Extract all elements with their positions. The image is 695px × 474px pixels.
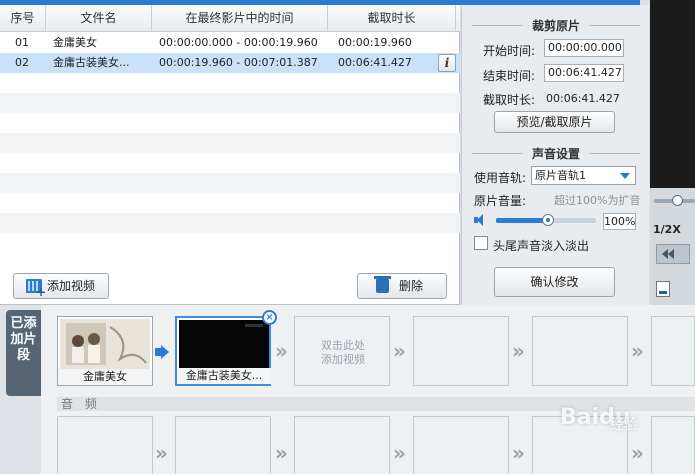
chevron-down-icon (620, 173, 630, 179)
row-time-range: 00:00:00.000 - 00:00:19.960 (159, 36, 318, 49)
preview-slider-thumb[interactable] (672, 195, 683, 206)
double-chevron-icon (155, 441, 169, 465)
table-row-selected[interactable]: 02 金庸古装美女... 00:00:19.960 - 00:07:01.387… (0, 53, 460, 73)
empty-row (0, 233, 460, 253)
empty-row (0, 93, 460, 113)
clip-thumbnail (60, 319, 150, 369)
timeline: 已添加片段 金庸美女 金庸古装美女... × 双击此处 添 (0, 305, 695, 474)
audio-track-label: 使用音轨: (474, 171, 527, 185)
empty-row (0, 73, 460, 93)
add-video-label: 添加视频 (46, 279, 95, 293)
timeline-clip-selected[interactable]: 金庸古装美女... × (175, 310, 277, 386)
double-chevron-icon (393, 339, 407, 363)
audio-section-title: 声音设置 (472, 145, 640, 161)
preview-slider[interactable] (654, 195, 695, 206)
audio-track-select[interactable]: 原片音轨1 (531, 166, 636, 185)
rewind-button[interactable] (656, 244, 690, 264)
fade-label: 头尾声音淡入淡出 (493, 239, 590, 253)
start-time-input[interactable]: 00:00:00.000 (544, 39, 624, 57)
row-index: 01 (15, 36, 29, 49)
clip-caption: 金庸美女 (58, 369, 152, 385)
double-chevron-icon (631, 339, 645, 363)
col-duration-header[interactable]: 截取时长 (328, 5, 456, 32)
clip-list-header: 序号 文件名 在最终影片中的时间 截取时长 (0, 5, 460, 32)
trim-section-title: 裁剪原片 (472, 17, 640, 33)
volume-value-field[interactable]: 100% (603, 213, 636, 230)
col-index-header[interactable]: 序号 (0, 5, 46, 32)
new-icon[interactable] (656, 281, 670, 297)
col-filename-header[interactable]: 文件名 (46, 5, 152, 32)
empty-row (0, 133, 460, 153)
start-time-label: 开始时间: (483, 44, 536, 58)
timeline-clip[interactable]: 金庸美女 (57, 316, 153, 386)
end-time-label: 结束时间: (483, 69, 536, 83)
add-film-icon (26, 279, 46, 297)
clip-list-rows: 01 金庸美女 00:00:00.000 - 00:00:19.960 00:0… (0, 33, 460, 253)
arrow-right-icon (155, 345, 169, 359)
double-chevron-icon (393, 441, 407, 465)
added-clips-tab[interactable]: 已添加片段 (6, 310, 41, 396)
audio-track-value: 原片音轨1 (535, 169, 586, 182)
add-video-button[interactable]: 添加视频 (13, 273, 109, 299)
preview-controls: 1/2X (650, 188, 695, 305)
double-chevron-icon (512, 441, 526, 465)
audio-slot[interactable] (175, 416, 271, 474)
zoom-label[interactable]: 1/2X (653, 223, 681, 236)
row-duration: 00:06:41.427 (338, 56, 412, 69)
fade-checkbox[interactable] (474, 236, 488, 250)
table-row[interactable]: 01 金庸美女 00:00:00.000 - 00:00:19.960 00:0… (0, 33, 460, 53)
row-filename: 金庸古装美女... (53, 56, 130, 69)
row-duration: 00:00:19.960 (338, 36, 412, 49)
clip-thumbnail (179, 320, 269, 370)
volume-slider-thumb[interactable] (542, 214, 554, 226)
settings-panel: 裁剪原片 开始时间: 00:00:00.000 结束时间: 00:06:41.4… (461, 5, 649, 305)
audio-slot[interactable] (57, 416, 153, 474)
empty-row (0, 213, 460, 233)
col-time-header[interactable]: 在最终影片中的时间 (152, 5, 328, 32)
preview-trim-button[interactable]: 预览/截取原片 (494, 111, 615, 133)
close-icon[interactable]: × (262, 310, 277, 325)
double-chevron-icon (631, 441, 645, 465)
clip-caption: 金庸古装美女... (177, 368, 271, 384)
row-index: 02 (15, 56, 29, 69)
trim-duration-label: 截取时长: (483, 93, 536, 107)
trash-icon (374, 276, 391, 293)
empty-row (0, 173, 460, 193)
row-filename: 金庸美女 (53, 36, 97, 49)
baidu-watermark-sub: 经验 (610, 417, 638, 433)
empty-row (0, 153, 460, 173)
audio-slot[interactable] (413, 416, 509, 474)
add-hint: 双击此处 添加视频 (321, 339, 365, 366)
audio-slot[interactable] (651, 416, 695, 474)
volume-slider-fill (496, 218, 548, 223)
volume-slider[interactable] (496, 214, 596, 226)
confirm-button[interactable]: 确认修改 (494, 267, 615, 297)
speaker-icon[interactable] (474, 214, 487, 226)
empty-slot[interactable] (413, 316, 509, 386)
delete-label: 删除 (398, 279, 423, 293)
double-chevron-icon (275, 339, 289, 363)
row-time-range: 00:00:19.960 - 00:07:01.387 (159, 56, 318, 69)
trim-duration-value: 00:06:41.427 (546, 92, 620, 105)
empty-row (0, 113, 460, 133)
double-chevron-icon (275, 441, 289, 465)
end-time-input[interactable]: 00:06:41.427 (544, 64, 624, 82)
audio-slot[interactable] (294, 416, 390, 474)
empty-slot[interactable] (532, 316, 628, 386)
empty-slot[interactable] (651, 316, 695, 386)
volume-hint: 超过100%为扩音 (554, 194, 641, 207)
empty-row (0, 193, 460, 213)
delete-button[interactable]: 删除 (357, 273, 447, 299)
clip-list-panel: 序号 文件名 在最终影片中的时间 截取时长 01 金庸美女 00:00:00.0… (0, 5, 460, 305)
preview-strip: 1/2X (650, 0, 695, 305)
double-chevron-icon (512, 339, 526, 363)
volume-label: 原片音量: (474, 194, 527, 208)
video-track: 金庸美女 金庸古装美女... × 双击此处 添加视频 音 频 (41, 305, 695, 474)
info-button[interactable]: i (438, 54, 456, 72)
add-video-slot[interactable]: 双击此处 添加视频 (294, 316, 390, 386)
